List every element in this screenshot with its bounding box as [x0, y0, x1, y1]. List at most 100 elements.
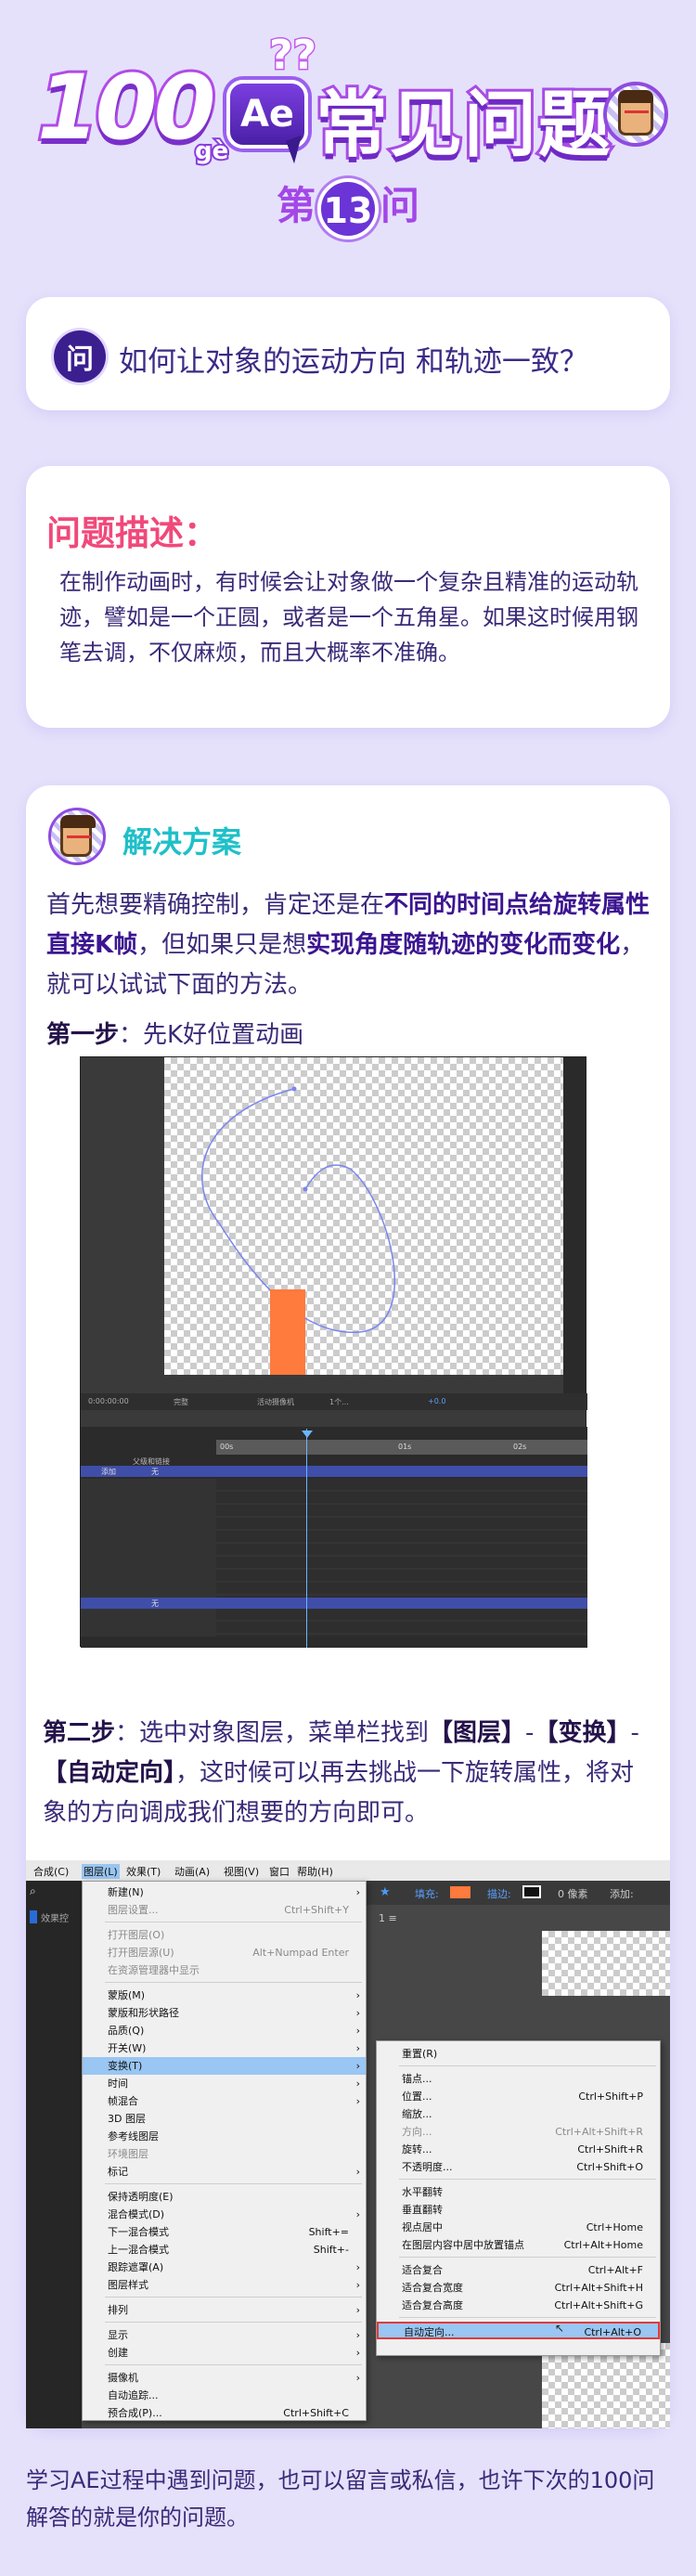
menu-item[interactable]: 参考线图层 [83, 2128, 366, 2145]
playhead[interactable] [306, 1429, 307, 1648]
add-label[interactable]: 添加: [610, 1886, 634, 1901]
menu-item[interactable]: 方向... Ctrl+Alt+Shift+R [377, 2123, 660, 2141]
playhead-icon[interactable] [302, 1430, 313, 1438]
menu-item[interactable]: 不透明度... Ctrl+Shift+O [377, 2158, 660, 2176]
menu-item[interactable]: 混合模式(D) › [83, 2206, 366, 2223]
chevron-right-icon: › [355, 2208, 360, 2220]
menu-item[interactable]: 保持透明度(E) [83, 2188, 366, 2206]
menu-item-label: 打开图层源(U) [108, 1947, 174, 1959]
menu-item[interactable]: 视点居中 Ctrl+Home [377, 2219, 660, 2236]
star-icon[interactable]: ★ [380, 1885, 391, 1899]
menu-item[interactable]: 品质(Q) › [83, 2022, 366, 2039]
menu-item[interactable]: 跟踪遮罩(A) › [83, 2259, 366, 2276]
header-title-text: 常见问题 [313, 81, 613, 170]
menu-item-label: 在图层内容中居中放置锚点 [402, 2239, 524, 2251]
menu-item[interactable]: 环境图层 [83, 2145, 366, 2163]
menu-item-label: 上一混合模式 [108, 2244, 169, 2256]
fill-swatch[interactable] [450, 1886, 470, 1898]
menu-item-label: 预合成(P)... [108, 2407, 162, 2419]
menu-item[interactable]: 上一混合模式 Shift+- [83, 2241, 366, 2259]
stroke-width[interactable]: 0 像素 [558, 1886, 588, 1901]
menu-item[interactable]: 位置... Ctrl+Shift+P [377, 2088, 660, 2105]
avatar [48, 808, 106, 865]
menu-item-shortcut: Ctrl+Alt+Shift+R [555, 2126, 643, 2138]
panel-tab-icon [30, 1910, 37, 1923]
menu-item[interactable]: 在图层内容中居中放置锚点 Ctrl+Alt+Home [377, 2236, 660, 2254]
menu-item[interactable]: 缩放... [377, 2105, 660, 2123]
menu-window[interactable]: 窗口 [269, 1864, 290, 1879]
menu-item[interactable]: 图层设置... Ctrl+Shift+Y [83, 1901, 366, 1919]
menu-item[interactable]: 时间 › [83, 2075, 366, 2092]
menu-item-shortcut: Ctrl+Shift+Y [284, 1904, 349, 1916]
menu-item-shortcut: Shift+- [313, 2244, 349, 2256]
toolbar: ★ 填充: 描边: 0 像素 添加: [367, 1881, 670, 1905]
stroke-swatch[interactable] [522, 1885, 541, 1898]
step2: 第二步：选中对象图层，菜单栏找到【图层】-【变换】-【自动定向】，这时候可以再去… [43, 1719, 639, 1827]
cursor-icon [286, 135, 310, 164]
menu-item[interactable]: 重置(R) [377, 2045, 660, 2063]
menu-item-label: 开关(W) [108, 2042, 147, 2054]
menu-item[interactable]: 显示 › [83, 2326, 366, 2344]
menu-item-label: 水平翻转 [402, 2186, 443, 2198]
description-title: 问题描述： [46, 513, 218, 553]
chevron-right-icon: › [355, 1989, 360, 2001]
menu-item-label: 显示 [108, 2329, 128, 2341]
menu-item[interactable]: 适合复合宽度 Ctrl+Alt+Shift+H [377, 2279, 660, 2297]
menu-item-label: 位置... [402, 2091, 432, 2103]
layer-row-2[interactable]: 无 [81, 1598, 587, 1609]
menu-animation[interactable]: 动画(A) [174, 1864, 210, 1879]
auto-orient-menu-item[interactable]: 自动定向... Ctrl+Alt+O [377, 2322, 660, 2339]
menu-item-label: 不透明度... [402, 2161, 453, 2173]
screenshot-position-animation: 0:00:00:00 完整 活动摄像机 1个... +0.0 00s 01s 0… [80, 1056, 587, 1648]
menu-item[interactable]: 帧混合 › [83, 2092, 366, 2110]
layer-row-1[interactable]: 添加 无 [81, 1466, 587, 1477]
chevron-right-icon: › [355, 2025, 360, 2037]
menu-item[interactable]: 创建 › [83, 2344, 366, 2362]
menu-item-shortcut: Ctrl+Shift+P [578, 2091, 643, 2103]
menu-view[interactable]: 视图(V) [224, 1864, 259, 1879]
menu-item[interactable]: 自动追踪... [83, 2387, 366, 2404]
menu-item[interactable]: 排列 › [83, 2301, 366, 2319]
menu-item-shortcut: Ctrl+Alt+Home [563, 2239, 643, 2251]
solution-title: 解决方案 [122, 824, 242, 860]
menu-item[interactable]: 图层样式 › [83, 2276, 366, 2294]
menu-layer[interactable]: 图层(L) [82, 1864, 120, 1879]
menu-item[interactable]: 预合成(P)... Ctrl+Shift+C [83, 2404, 366, 2422]
chevron-right-icon: › [355, 2166, 360, 2178]
menu-item[interactable]: 旋转... Ctrl+Shift+R [377, 2141, 660, 2158]
stroke-label: 描边: [487, 1888, 511, 1900]
menu-item-label: 视点居中 [402, 2221, 443, 2233]
menu-item[interactable]: 适合复合 Ctrl+Alt+F [377, 2261, 660, 2279]
menu-item-label: 新建(N) [108, 1886, 144, 1898]
menu-item-label: 帧混合 [108, 2095, 138, 2107]
menu-item-label: 适合复合 [402, 2264, 443, 2276]
search-icon[interactable]: ⌕ [30, 1884, 36, 1898]
mouse-cursor-icon: ↖ [555, 2322, 565, 2335]
menu-item[interactable]: 摄像机 › [83, 2369, 366, 2387]
question-icon: 问 [54, 330, 106, 382]
menu-item[interactable]: 蒙版和形状路径 › [83, 2004, 366, 2022]
menu-item[interactable]: 适合复合高度 Ctrl+Alt+Shift+G [377, 2297, 660, 2314]
menu-item[interactable]: 变换(T) › [83, 2057, 366, 2075]
chevron-right-icon: › [355, 2261, 360, 2273]
menu-item[interactable]: 标记 › [83, 2163, 366, 2181]
menu-help[interactable]: 帮助(H) [297, 1864, 333, 1879]
menu-item-label: 自动定向... [404, 2326, 455, 2338]
menu-effect[interactable]: 效果(T) [126, 1864, 161, 1879]
menu-item[interactable]: 锚点... [377, 2070, 660, 2088]
menu-item[interactable]: 水平翻转 [377, 2183, 660, 2201]
menu-item[interactable]: 开关(W) › [83, 2039, 366, 2057]
menu-item[interactable]: 打开图层源(U) Alt+Numpad Enter [83, 1944, 366, 1961]
menu-item[interactable]: 3D 图层 [83, 2110, 366, 2128]
comp-canvas [542, 1931, 670, 1996]
menu-item[interactable]: 新建(N) › [83, 1883, 366, 1901]
menu-item[interactable]: 垂直翻转 [377, 2201, 660, 2219]
menu-comp[interactable]: 合成(C) [33, 1864, 69, 1879]
viewer-toolbar: 0:00:00:00 完整 活动摄像机 1个... +0.0 [81, 1393, 587, 1410]
menu-item[interactable]: 下一混合模式 Shift+= [83, 2223, 366, 2241]
timeline-ruler: 00s 01s 02s [216, 1440, 587, 1455]
menu-item[interactable]: 打开图层(O) [83, 1926, 366, 1944]
issue-prefix: 第 [276, 183, 316, 228]
menu-item[interactable]: 蒙版(M) › [83, 1987, 366, 2004]
menu-item[interactable]: 在资源管理器中显示 [83, 1961, 366, 1979]
